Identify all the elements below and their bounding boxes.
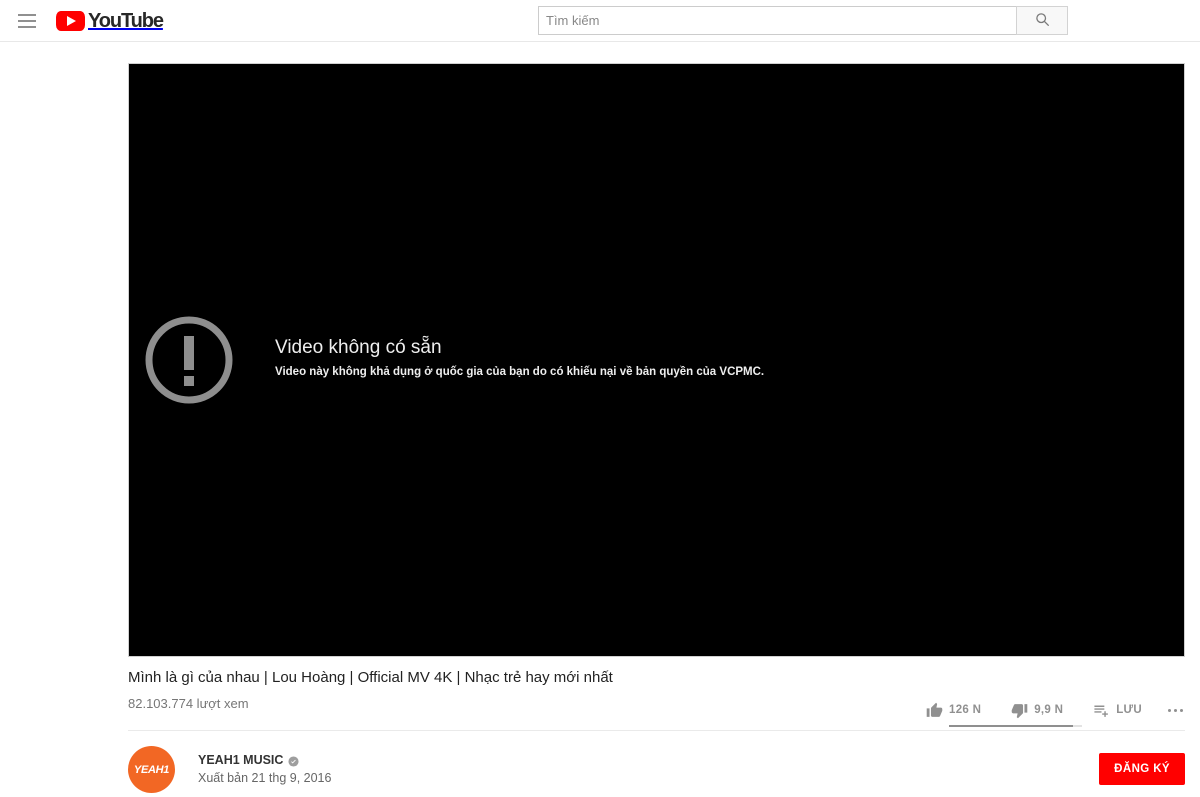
channel-name[interactable]: YEAH1 MUSIC xyxy=(198,752,331,768)
video-info: Mình là gì của nhau | Lou Hoàng | Offici… xyxy=(128,668,1185,727)
search-bar xyxy=(538,6,1068,35)
thumbs-up-icon xyxy=(926,702,943,719)
hamburger-line xyxy=(18,20,36,22)
like-button[interactable]: 126 N xyxy=(926,702,981,719)
dislike-button[interactable]: 9,9 N xyxy=(1011,702,1063,719)
search-input[interactable] xyxy=(538,6,1016,35)
masthead: YouTube xyxy=(0,0,1200,42)
hamburger-line xyxy=(18,26,36,28)
dot xyxy=(1174,708,1177,712)
info-divider xyxy=(128,730,1185,731)
youtube-play-icon xyxy=(56,11,85,31)
save-button[interactable]: LƯU xyxy=(1093,702,1142,719)
error-text-block: Video không có sẵn Video này không khả d… xyxy=(275,336,764,380)
save-label: LƯU xyxy=(1116,704,1142,716)
video-action-bar: 126 N 9,9 N LƯU xyxy=(926,699,1185,721)
video-player[interactable]: Video không có sẵn Video này không khả d… xyxy=(128,63,1185,657)
like-dislike-ratio-bar xyxy=(949,725,1082,727)
guide-menu-icon[interactable] xyxy=(18,11,40,31)
channel-name-label: YEAH1 MUSIC xyxy=(198,753,284,767)
search-icon xyxy=(1035,12,1050,30)
verified-badge-icon xyxy=(288,755,299,767)
error-subtitle: Video này không khả dụng ở quốc gia của … xyxy=(275,366,765,378)
like-count: 126 N xyxy=(949,704,982,716)
youtube-logo-text: YouTube xyxy=(88,9,164,32)
dislike-count: 9,9 N xyxy=(1034,704,1064,716)
channel-meta: YEAH1 MUSIC Xuất bản 21 thg 9, 2016 xyxy=(198,746,331,786)
channel-avatar[interactable]: YEAH1 xyxy=(128,746,175,793)
more-actions-icon[interactable] xyxy=(1166,705,1185,716)
alert-circle-icon xyxy=(143,314,235,406)
video-title: Mình là gì của nhau | Lou Hoàng | Offici… xyxy=(128,669,613,686)
youtube-logo[interactable]: YouTube xyxy=(56,8,164,34)
dot xyxy=(1168,708,1171,712)
ratio-bar-fill xyxy=(949,725,1073,727)
thumbs-down-icon xyxy=(1011,702,1028,719)
error-title: Video không có sẵn xyxy=(275,337,442,358)
channel-row: YEAH1 YEAH1 MUSIC Xuất bản 21 thg 9, 201… xyxy=(128,746,1185,796)
video-unavailable-message: Video không có sẵn Video này không khả d… xyxy=(143,312,764,406)
dot xyxy=(1180,708,1183,712)
subscribe-button[interactable]: ĐĂNG KÝ xyxy=(1099,753,1185,785)
playlist-add-icon xyxy=(1093,702,1110,719)
search-button[interactable] xyxy=(1016,6,1068,35)
hamburger-line xyxy=(18,14,36,16)
publish-date: Xuất bản 21 thg 9, 2016 xyxy=(198,771,332,785)
